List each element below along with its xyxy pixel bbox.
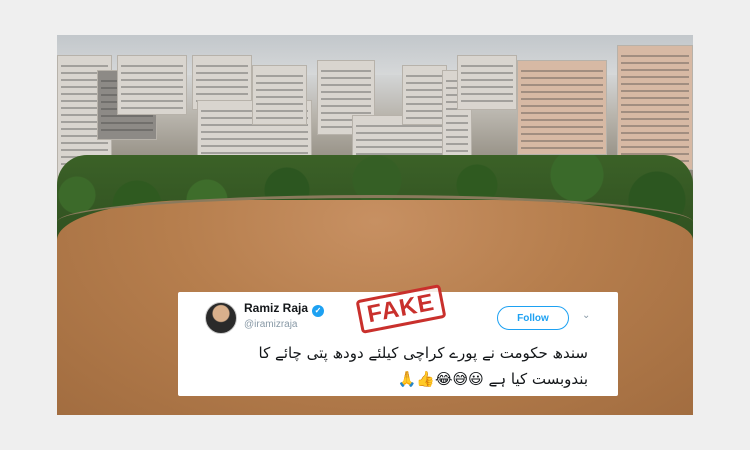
tweet-text-line: بندوبست کیا ہے 😃😅😂👍🙏 [397, 370, 588, 388]
building [252, 65, 307, 125]
author-handle[interactable]: @iramizraja [244, 319, 298, 330]
tweet-text: سندھ حکومت نے پورے کراچی کیلئے دودھ پتی … [188, 340, 588, 392]
avatar[interactable] [205, 302, 237, 334]
chevron-down-icon[interactable]: ⌄ [582, 310, 590, 321]
author-name[interactable]: Ramiz Raja ✓ [244, 301, 325, 317]
building [617, 45, 693, 170]
building [517, 60, 607, 155]
verified-badge-icon: ✓ [312, 305, 325, 317]
fake-stamp: FAKE [355, 284, 447, 334]
building [402, 65, 447, 125]
tweet-card: Ramiz Raja ✓ @iramizraja FAKE Follow ⌄ سن… [178, 284, 618, 396]
tweet-text-line: سندھ حکومت نے پورے کراچی کیلئے دودھ پتی … [258, 344, 588, 362]
building [457, 55, 517, 110]
author-name-text[interactable]: Ramiz Raja [244, 301, 308, 315]
stadium-railing [57, 195, 693, 285]
building [117, 55, 187, 115]
follow-button[interactable]: Follow [497, 306, 569, 330]
